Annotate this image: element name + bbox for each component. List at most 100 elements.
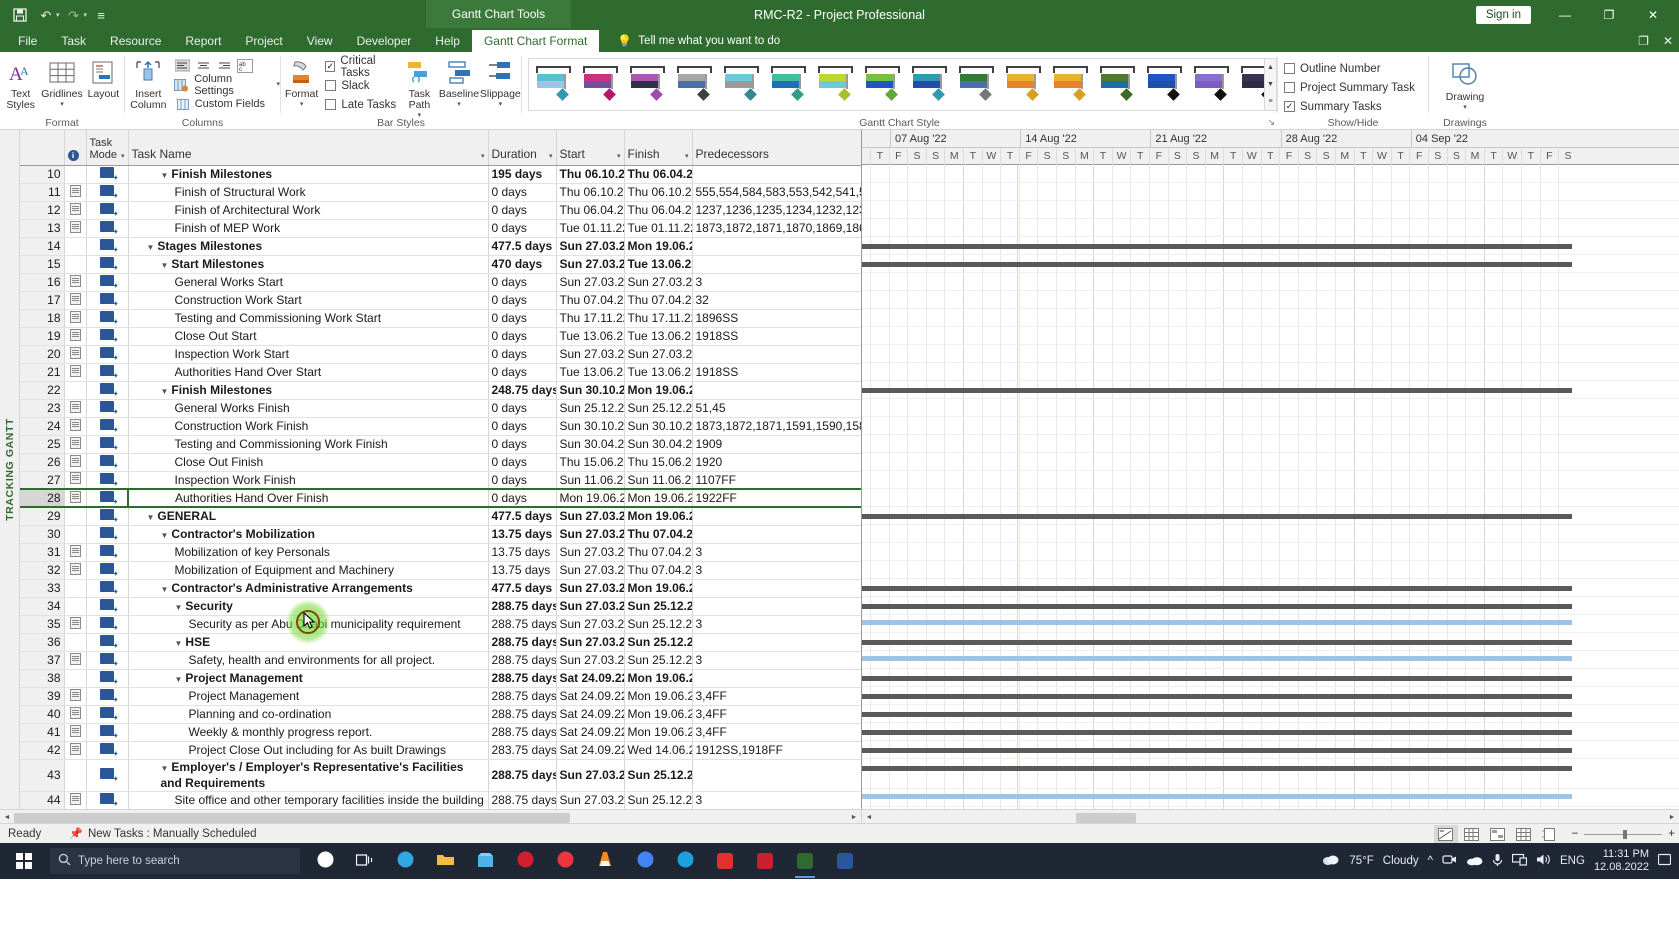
minimize-button[interactable]: — xyxy=(1543,0,1587,30)
table-scroll-right-icon[interactable]: ► xyxy=(847,810,861,824)
task-name-cell[interactable]: ▼ Contractor's Mobilization xyxy=(128,525,489,544)
task-mode-cell[interactable] xyxy=(86,791,129,809)
row-id-cell[interactable]: 13 xyxy=(20,219,65,238)
gantt-scroll-thumb[interactable] xyxy=(1076,813,1136,823)
task-mode-cell[interactable] xyxy=(86,471,129,490)
row-id-cell[interactable]: 12 xyxy=(20,201,65,220)
gantt-style-dialog-launcher[interactable]: ↘ xyxy=(1267,117,1275,128)
row-id-cell[interactable]: 26 xyxy=(20,453,65,472)
duration-cell[interactable]: 195 days xyxy=(488,165,557,184)
predecessors-cell[interactable] xyxy=(692,507,861,526)
predecessors-cell[interactable]: 3 xyxy=(692,651,861,670)
start-cell[interactable]: Sun 27.03.22 xyxy=(556,561,625,580)
start-cell[interactable]: Tue 13.06.23 xyxy=(556,327,625,346)
task-mode-cell[interactable] xyxy=(86,237,129,256)
table-row[interactable]: 23General Works Finish0 daysSun 25.12.22… xyxy=(20,399,861,418)
format-button[interactable]: Format ▾ xyxy=(281,55,322,108)
task-name-cell[interactable]: Security as per Abu Dhabi municipality r… xyxy=(128,615,489,634)
task-view-icon[interactable] xyxy=(346,843,384,879)
start-cell[interactable]: Sun 11.06.23 xyxy=(556,471,625,490)
sign-in-button[interactable]: Sign in xyxy=(1475,6,1531,24)
finish-cell[interactable]: Sun 27.03.22 xyxy=(624,345,693,364)
start-cell[interactable]: Sat 24.09.22 xyxy=(556,741,625,760)
finish-cell[interactable]: Sun 25.12.22 xyxy=(624,633,693,652)
column-settings-dropdown-icon[interactable]: ▾ xyxy=(276,81,280,88)
finish-cell[interactable]: Tue 13.06.23 xyxy=(624,255,693,274)
table-scroll-track[interactable] xyxy=(14,811,847,823)
predecessors-cell[interactable]: 555,554,584,583,553,542,541,57. xyxy=(692,183,861,202)
critical-tasks-checkbox[interactable]: ✓ Critical Tasks xyxy=(325,55,400,79)
task-mode-cell[interactable] xyxy=(86,651,129,670)
ribbon-restore-icon[interactable]: ❐ xyxy=(1638,34,1649,48)
row-indicator-cell[interactable] xyxy=(64,309,87,328)
task-mode-cell[interactable] xyxy=(86,291,129,310)
column-header-id[interactable] xyxy=(20,130,65,166)
collapse-triangle-icon[interactable]: ▼ xyxy=(161,171,169,180)
task-name-cell[interactable]: Weekly & monthly progress report. xyxy=(128,723,489,742)
store-icon[interactable] xyxy=(466,843,504,879)
finish-cell[interactable]: Mon 19.06.2 xyxy=(624,669,693,688)
vlc-icon[interactable] xyxy=(586,843,624,879)
duration-cell[interactable]: 0 days xyxy=(488,273,557,292)
row-indicator-cell[interactable] xyxy=(64,291,87,310)
finish-cell[interactable]: Thu 07.04.22 xyxy=(624,561,693,580)
gantt-summary-bar[interactable] xyxy=(862,766,1572,771)
align-right-button[interactable] xyxy=(216,57,233,74)
duration-cell[interactable]: 477.5 days xyxy=(488,579,557,598)
table-row[interactable]: 17Construction Work Start0 daysThu 07.04… xyxy=(20,291,861,310)
task-mode-cell[interactable] xyxy=(86,345,129,364)
task-mode-cell[interactable] xyxy=(86,309,129,328)
task-name-cell[interactable]: ▼ Contractor's Administrative Arrangement… xyxy=(128,579,489,598)
gantt-summary-bar[interactable] xyxy=(862,748,1572,753)
gantt-style-item-6[interactable] xyxy=(765,61,812,108)
reports-view-button[interactable] xyxy=(1538,825,1562,843)
task-name-cell[interactable]: Close Out Finish xyxy=(128,453,489,472)
duration-cell[interactable]: 288.75 days xyxy=(488,651,557,670)
timeline-week-header[interactable]: 07 Aug '22 14 Aug '22 21 Aug '22 28 Aug '22… xyxy=(862,130,1679,148)
duration-cell[interactable]: 470 days xyxy=(488,255,557,274)
duration-cell[interactable]: 288.75 days xyxy=(488,615,557,634)
table-row[interactable]: 14▼Stages Milestones477.5 daysSun 27.03.… xyxy=(20,237,861,256)
duration-cell[interactable]: 0 days xyxy=(488,183,557,202)
finish-cell[interactable]: Sun 11.06.23 xyxy=(624,471,693,490)
task-name-cell[interactable]: Mobilization of key Personals xyxy=(128,543,489,562)
text-styles-button[interactable]: AA Text Styles xyxy=(0,55,41,111)
task-mode-cell[interactable] xyxy=(86,183,129,202)
predecessors-cell[interactable] xyxy=(692,579,861,598)
zoom-out-button[interactable]: − xyxy=(1572,828,1579,840)
row-indicator-cell[interactable] xyxy=(64,633,87,652)
table-row[interactable]: 38▼Project Management288.75 daysSat 24.0… xyxy=(20,669,861,688)
undo-dropdown-icon[interactable]: ▾ xyxy=(56,11,60,19)
collapse-triangle-icon[interactable]: ▼ xyxy=(161,261,169,270)
taskbar-search[interactable]: Type here to search xyxy=(50,848,300,874)
row-id-cell[interactable]: 23 xyxy=(20,399,65,418)
gantt-style-item-4[interactable] xyxy=(671,61,718,108)
row-indicator-cell[interactable] xyxy=(64,345,87,364)
finish-cell[interactable]: Mon 19.06.2 xyxy=(624,381,693,400)
duration-cell[interactable]: 0 days xyxy=(488,488,557,508)
redo-dropdown-icon[interactable]: ▾ xyxy=(84,11,88,19)
timeline-day-header[interactable]: TFSSMTWTFSSMTWTFSSMTWTFSSMTWTFSSMTWTFS xyxy=(862,148,1679,165)
task-name-cell[interactable]: Construction Work Start xyxy=(128,291,489,310)
finish-cell[interactable]: Sun 25.12.22 xyxy=(624,759,693,792)
layout-button[interactable]: Layout xyxy=(83,55,124,100)
task-name-cell[interactable]: Safety, health and environments for all … xyxy=(128,651,489,670)
tray-expand-icon[interactable]: ^ xyxy=(1428,855,1433,867)
predecessors-cell[interactable] xyxy=(692,255,861,274)
duration-cell[interactable]: 288.75 days xyxy=(488,669,557,688)
duration-cell[interactable]: 477.5 days xyxy=(488,507,557,526)
task-mode-cell[interactable] xyxy=(86,723,129,742)
task-mode-cell[interactable] xyxy=(86,363,129,382)
align-center-button[interactable] xyxy=(195,57,212,74)
task-name-cell[interactable]: Finish of Architectural Work xyxy=(128,201,489,220)
duration-cell[interactable]: 0 days xyxy=(488,291,557,310)
gantt-summary-bar[interactable] xyxy=(862,586,1572,591)
table-hscrollbar[interactable]: ◄ ► xyxy=(0,810,862,824)
gridlines-dropdown-icon[interactable]: ▾ xyxy=(60,101,64,108)
gantt-summary-bar[interactable] xyxy=(862,694,1572,699)
gantt-scroll-track[interactable] xyxy=(876,811,1665,823)
start-cell[interactable]: Sun 27.03.22 xyxy=(556,507,625,526)
resource-sheet-view-button[interactable] xyxy=(1512,825,1536,843)
task-mode-cell[interactable] xyxy=(86,488,129,508)
tell-me-search[interactable]: 💡 Tell me what you want to do xyxy=(599,30,780,52)
